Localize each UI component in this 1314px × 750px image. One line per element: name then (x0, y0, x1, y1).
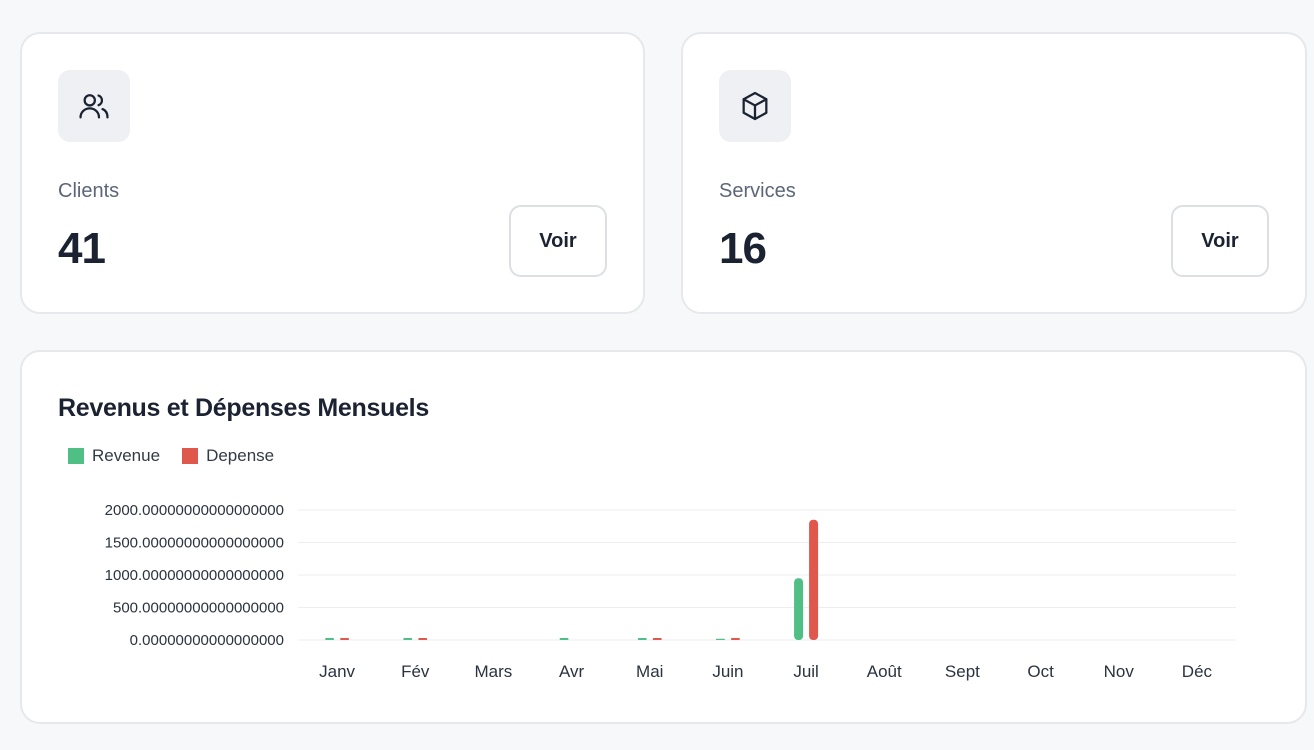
bar-revenue-Juil[interactable] (794, 578, 804, 640)
x-tick-label: Fév (401, 662, 430, 681)
services-card: Services 16 Voir (681, 32, 1307, 314)
x-tick-label: Juil (793, 662, 819, 681)
bar-revenue-Juin[interactable] (715, 638, 725, 640)
x-tick-label: Déc (1182, 662, 1213, 681)
x-tick-label: Août (867, 662, 902, 681)
services-count: 16 (719, 224, 767, 273)
bar-chart: 0.00000000000000000 500.00000000000000000… (105, 502, 1236, 681)
bar-depense-Janv[interactable] (340, 638, 350, 640)
bar-revenue-Fév[interactable] (403, 638, 413, 640)
box-icon (742, 91, 768, 121)
clients-count: 41 (58, 224, 106, 273)
y-tick-label: 2000.00000000000000000 (105, 502, 284, 519)
bar-revenue-Janv[interactable] (325, 638, 335, 640)
clients-icon-box (58, 70, 130, 142)
bar-revenue-Mai[interactable] (637, 638, 647, 640)
x-tick-label: Avr (559, 662, 585, 681)
x-tick-label: Sept (945, 662, 980, 681)
clients-card: Clients 41 Voir (20, 32, 645, 314)
bar-depense-Fév[interactable] (418, 638, 428, 640)
clients-label: Clients (58, 180, 120, 202)
bar-depense-Juin[interactable] (730, 638, 740, 640)
bar-revenue-Avr[interactable] (559, 638, 569, 640)
services-icon-box (719, 70, 791, 142)
x-tick-label: Nov (1104, 662, 1135, 681)
x-tick-label: Mai (636, 662, 663, 681)
x-tick-label: Juin (712, 662, 743, 681)
y-tick-label: 1500.00000000000000000 (105, 535, 284, 552)
y-tick-label: 500.00000000000000000 (113, 600, 284, 617)
bar-depense-Mai[interactable] (652, 638, 662, 640)
y-tick-label: 1000.00000000000000000 (105, 567, 284, 584)
x-tick-label: Janv (319, 662, 355, 681)
chart-card: Revenus et Dépenses Mensuels Revenue Dep… (20, 350, 1307, 724)
bar-depense-Juil[interactable] (809, 519, 819, 640)
services-voir-button[interactable]: Voir (1171, 205, 1269, 277)
x-tick-label: Mars (475, 662, 513, 681)
users-icon (79, 94, 109, 119)
x-tick-label: Oct (1027, 662, 1054, 681)
clients-voir-button[interactable]: Voir (509, 205, 607, 277)
services-label: Services (719, 180, 796, 202)
y-tick-label: 0.00000000000000000 (130, 632, 284, 649)
